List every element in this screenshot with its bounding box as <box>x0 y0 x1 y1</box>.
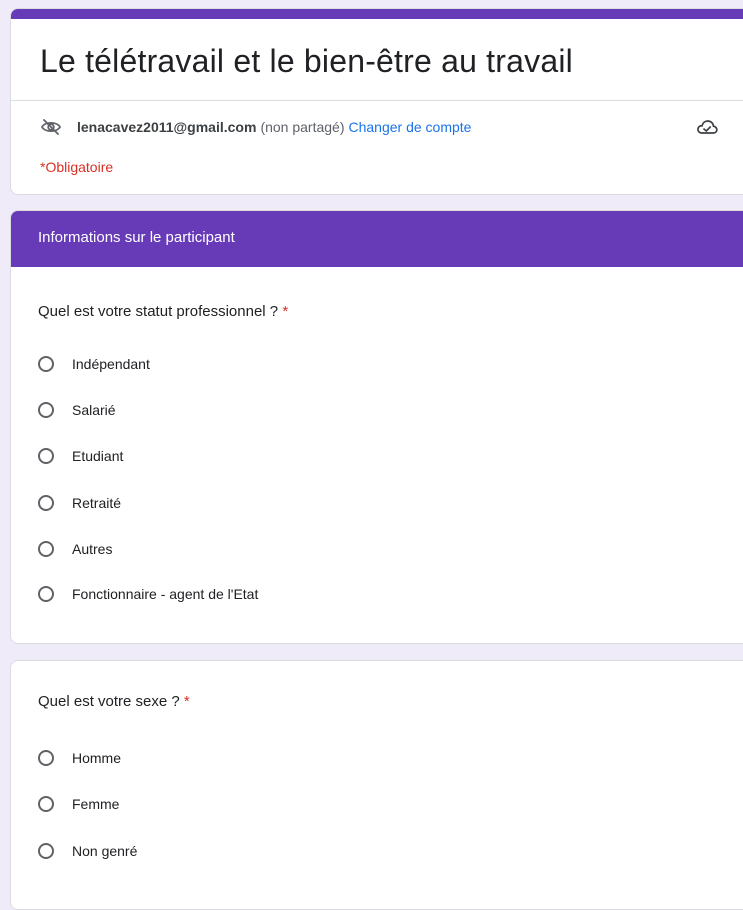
radio-button[interactable] <box>38 843 54 859</box>
radio-button[interactable] <box>38 495 54 511</box>
question-text: Quel est votre statut professionnel ? <box>38 303 279 320</box>
form-title: Le télétravail et le bien-être au travai… <box>40 43 573 79</box>
option-label: Fonctionnaire - agent de l'Etat <box>72 586 259 602</box>
header-divider <box>11 100 743 101</box>
radio-option-fonctionnaire[interactable]: Fonctionnaire - agent de l'Etat <box>38 583 258 605</box>
question-text: Quel est votre sexe ? <box>38 693 180 710</box>
header-accent-bar <box>11 9 743 19</box>
radio-option-etudiant[interactable]: Etudiant <box>38 445 123 467</box>
section-card: Informations sur le participant Quel est… <box>10 210 743 644</box>
radio-option-homme[interactable]: Homme <box>38 747 121 769</box>
radio-option-autres[interactable]: Autres <box>38 538 112 560</box>
section-title: Informations sur le participant <box>38 229 235 246</box>
option-label: Non genré <box>72 843 138 859</box>
option-label: Femme <box>72 796 120 812</box>
cloud-done-icon <box>696 118 718 136</box>
radio-option-retraite[interactable]: Retraité <box>38 492 121 514</box>
question-card-sex: Quel est votre sexe ? * Homme Femme Non … <box>10 660 743 910</box>
option-label: Autres <box>72 541 113 557</box>
radio-button[interactable] <box>38 402 54 418</box>
radio-button[interactable] <box>38 541 54 557</box>
radio-button[interactable] <box>38 448 54 464</box>
radio-button[interactable] <box>38 586 54 602</box>
form-header-card: Le télétravail et le bien-être au travai… <box>10 8 743 195</box>
radio-button[interactable] <box>38 796 54 812</box>
option-label: Etudiant <box>72 448 124 464</box>
radio-option-salarie[interactable]: Salarié <box>38 399 116 421</box>
sharing-status: (non partagé) <box>260 119 345 135</box>
option-label: Salarié <box>72 402 116 418</box>
option-label: Homme <box>72 750 122 766</box>
required-asterisk: * <box>183 693 190 710</box>
radio-button[interactable] <box>38 750 54 766</box>
required-asterisk: * <box>282 303 289 320</box>
option-label: Indépendant <box>72 356 150 372</box>
option-label: Retraité <box>72 495 122 511</box>
account-row: lenacavez2011@gmail.com (non partagé) Ch… <box>40 117 471 137</box>
radio-option-femme[interactable]: Femme <box>38 793 119 815</box>
switch-account-link[interactable]: Changer de compte <box>349 119 472 135</box>
required-note: *Obligatoire <box>40 159 114 175</box>
account-email: lenacavez2011@gmail.com <box>77 119 257 135</box>
radio-option-non-genre[interactable]: Non genré <box>38 840 137 862</box>
radio-option-independant[interactable]: Indépendant <box>38 353 150 375</box>
radio-button[interactable] <box>38 356 54 372</box>
question-title: Quel est votre statut professionnel ? * <box>38 303 288 320</box>
eye-off-icon <box>40 118 62 136</box>
section-header: Informations sur le participant <box>11 211 743 267</box>
question-title: Quel est votre sexe ? * <box>38 693 190 710</box>
